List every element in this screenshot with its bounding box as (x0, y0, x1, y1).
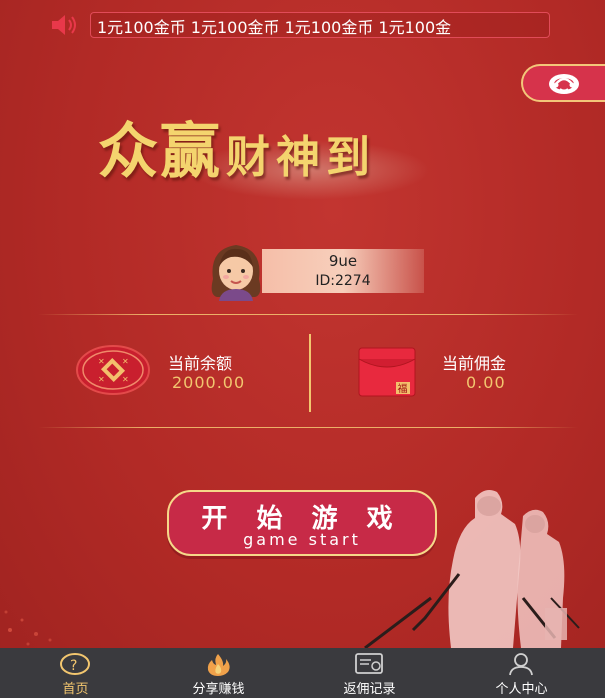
svg-text:✕: ✕ (122, 357, 129, 366)
marquee-text: 1元100金币 1元100金币 1元100金币 1元100金 (97, 18, 452, 37)
divider-bottom (38, 427, 578, 428)
speaker-icon (52, 15, 76, 35)
svg-text:✕: ✕ (98, 375, 105, 384)
user-icon (509, 653, 533, 676)
marquee-box: 1元100金币 1元100金币 1元100金币 1元100金 (90, 12, 550, 38)
red-envelope-icon: 福 (358, 347, 416, 397)
main-screen: 1元100金币 1元100金币 1元100金币 1元100金 众赢财神到 9ue… (0, 0, 605, 698)
sparkle-decoration (4, 610, 52, 646)
nav-label-share: 分享赚钱 (192, 682, 245, 697)
stats-divider (309, 334, 311, 412)
user-name: 9ue (328, 252, 358, 270)
nav-label-records: 返佣记录 (343, 682, 396, 697)
coin-icon: ✕ ✕ ✕ ✕ (76, 345, 150, 395)
nav-label-home: 首页 (62, 682, 89, 697)
bottom-nav: ? 首页 分享赚钱 返佣记录 个人中心 (0, 648, 605, 698)
nav-item-home[interactable]: ? 首页 (0, 648, 151, 698)
page-title: 众赢财神到 (98, 103, 376, 187)
customer-service-button[interactable] (521, 64, 605, 102)
nav-item-commission-records[interactable]: 返佣记录 (294, 648, 445, 698)
balance-value: 2000.00 (172, 373, 246, 392)
nav-label-profile: 个人中心 (495, 682, 548, 697)
envelope-char: 福 (398, 382, 408, 395)
question-circle-icon: ? (60, 653, 90, 675)
svg-text:?: ? (70, 658, 77, 674)
start-game-button[interactable]: 开 始 游 戏 game start (167, 490, 437, 556)
nav-item-share[interactable]: 分享赚钱 (143, 648, 294, 698)
title-main: 众赢 (98, 117, 222, 187)
certificate-icon (355, 653, 383, 674)
commission-label: 当前佣金 (442, 354, 507, 373)
start-button-sublabel: game start (243, 530, 361, 549)
announcement-marquee: 1元100金币 1元100金币 1元100金币 1元100金 (50, 12, 550, 38)
svg-text:✕: ✕ (122, 375, 129, 384)
headset-icon (549, 74, 579, 94)
balance-label: 当前余额 (168, 354, 233, 373)
fire-icon (207, 654, 230, 676)
nav-item-profile[interactable]: 个人中心 (446, 648, 597, 698)
commission-value: 0.00 (466, 373, 506, 392)
svg-text:✕: ✕ (98, 357, 105, 366)
avatar (211, 245, 261, 301)
divider-top (38, 314, 578, 315)
user-id: ID:2274 (315, 273, 371, 289)
title-sub: 财神到 (226, 132, 376, 183)
